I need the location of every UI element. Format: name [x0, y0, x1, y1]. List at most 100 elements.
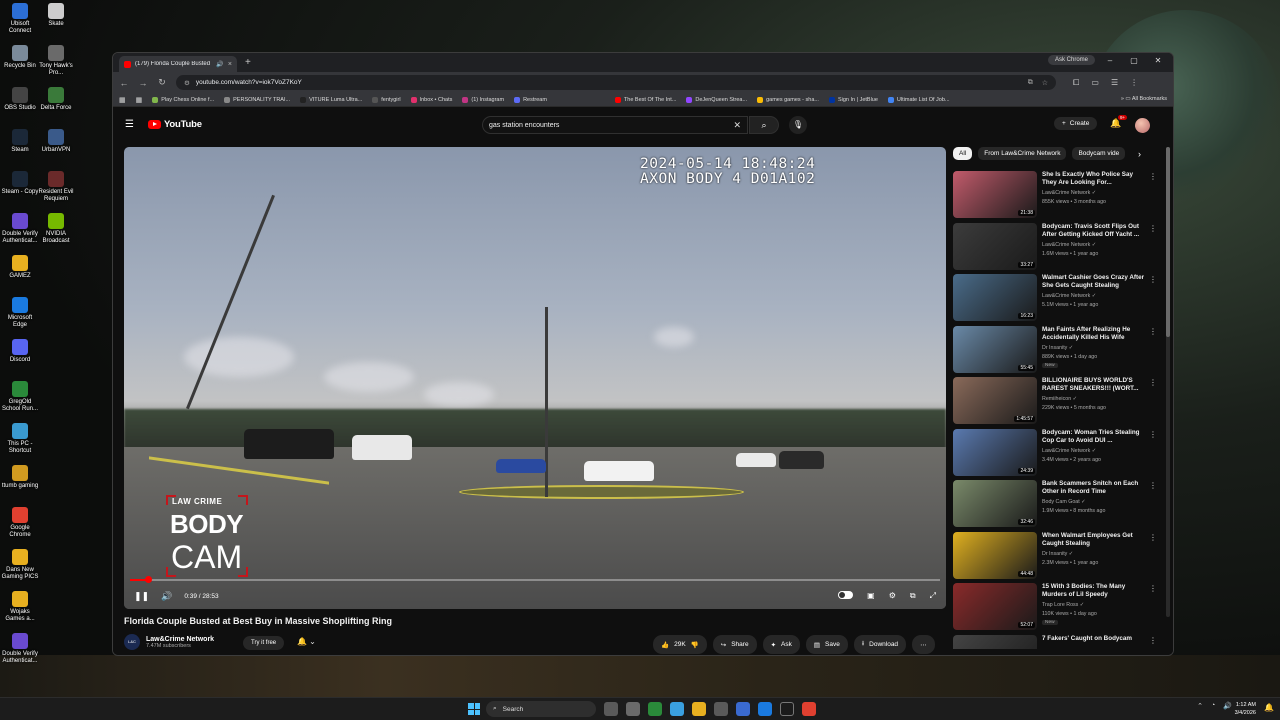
video-player[interactable]: 2024-05-14 18:48:24 AXON BODY 4 D01A102 … — [124, 147, 946, 609]
minimize-icon[interactable]: – — [1101, 56, 1119, 65]
youtube-logo[interactable]: YouTube — [148, 119, 202, 130]
recommendation-channel[interactable]: Body Cam Goat ✓ — [1042, 499, 1086, 505]
clock[interactable]: 1:12 AM 3/4/2026 — [1235, 701, 1256, 717]
video-thumbnail[interactable]: 16:23 — [953, 274, 1037, 321]
recommendation-item[interactable]: 21:38 She Is Exactly Who Police Say They … — [953, 171, 1158, 221]
autoplay-toggle[interactable] — [838, 591, 854, 599]
apps-icon[interactable]: ▦ — [119, 96, 126, 104]
media-app-icon[interactable] — [648, 702, 662, 716]
recommendation-item[interactable]: 44:48 When Walmart Employees Get Caught S… — [953, 531, 1158, 582]
recommendation-item[interactable]: 24:39 Bodycam: Woman Tries Stealing Cop C… — [953, 428, 1158, 479]
recommendation-channel[interactable]: Dr Insanity ✓ — [1042, 345, 1073, 351]
edge-app-icon[interactable] — [670, 702, 684, 716]
desktop-icon[interactable]: This PC - Shortcut — [0, 423, 40, 455]
chevron-right-icon[interactable]: › — [1138, 149, 1141, 159]
close-icon[interactable]: ✕ — [1149, 56, 1167, 65]
desktop-icon[interactable]: Tony Hawk's Pro... — [36, 45, 76, 77]
back-icon[interactable]: ← — [119, 78, 129, 88]
speaker-icon[interactable]: 🔊 — [216, 61, 223, 68]
task-view-icon[interactable] — [604, 702, 618, 716]
more-options-icon[interactable]: ⋮ — [1149, 584, 1157, 593]
recommendation-title[interactable]: BILLIONAIRE BUYS WORLD'S RAREST SNEAKERS… — [1042, 377, 1145, 393]
extensions-icon[interactable]: ⧠ — [1073, 78, 1079, 88]
recommendation-channel[interactable]: Law&Crime Network ✓ — [1042, 242, 1096, 248]
page-scrollbar[interactable] — [1166, 147, 1170, 617]
filter-chip[interactable]: From Law&Crime Network — [978, 147, 1067, 160]
recommendation-title[interactable]: Walmart Cashier Goes Crazy After She Get… — [1042, 274, 1145, 290]
recommendation-item[interactable]: 16:23 Walmart Cashier Goes Crazy After Sh… — [953, 274, 1158, 324]
channel-info[interactable]: L&C Law&Crime Network 7.47M subscribers — [124, 634, 214, 650]
bookmark-item[interactable]: The Best Of The Int... — [614, 96, 676, 103]
desktop-icon[interactable]: Steam - Copy — [0, 171, 40, 196]
tray-chevron-icon[interactable]: ⌃ — [1197, 702, 1203, 710]
desktop-icon[interactable]: OBS Studio — [0, 87, 40, 112]
video-thumbnail[interactable] — [953, 634, 1037, 649]
desktop-icon[interactable]: ttumb gaming — [0, 465, 40, 490]
desktop-icon[interactable]: GregOld School Run... — [0, 381, 40, 413]
desktop-icon[interactable]: NVIDIA Broadcast — [36, 213, 76, 245]
filter-chip[interactable]: Bodycam vide — [1072, 147, 1126, 160]
volume-icon[interactable]: 🔊 — [161, 591, 172, 602]
recommendation-title[interactable]: Bodycam: Travis Scott Flips Out After Ge… — [1042, 223, 1145, 239]
bookmark-item[interactable]: Restream — [514, 96, 547, 103]
recommendation-title[interactable]: When Walmart Employees Get Caught Steali… — [1042, 532, 1145, 548]
bookmark-item[interactable]: games games - sha... — [757, 96, 819, 103]
store-app-icon[interactable] — [714, 702, 728, 716]
recommendation-title[interactable]: Bodycam: Woman Tries Stealing Cop Car to… — [1042, 429, 1145, 445]
bookmark-item[interactable]: PERSONALITY TRAI... — [224, 96, 290, 103]
taskbar-search[interactable]: ⌕ Search — [486, 701, 596, 717]
chrome-icon[interactable] — [802, 702, 816, 716]
desktop-icon[interactable]: Dans New Gaming PICS — [0, 549, 40, 581]
desktop-icon[interactable]: Double Verify Authenticat... — [0, 633, 40, 665]
more-options-icon[interactable]: ⋮ — [1149, 636, 1157, 645]
recommendation-title[interactable]: 15 With 3 Bodies: The Many Murders of Li… — [1042, 583, 1145, 599]
desktop-icon[interactable]: Delta Force — [36, 87, 76, 112]
recommendation-channel[interactable]: Law&Crime Network ✓ — [1042, 190, 1096, 196]
recommendation-item[interactable]: 55:45 Man Faints After Realizing He Accid… — [953, 325, 1158, 376]
subscription-bell-icon[interactable]: 🔔 ⌄ — [297, 637, 316, 646]
video-thumbnail[interactable]: 44:48 — [953, 531, 1037, 579]
more-options-icon[interactable]: ⋮ — [1149, 378, 1157, 387]
recommendation-title[interactable]: She Is Exactly Who Police Say They Are L… — [1042, 171, 1145, 187]
github-icon[interactable] — [780, 702, 794, 716]
more-options-icon[interactable]: ⋮ — [1149, 224, 1157, 233]
more-options-icon[interactable]: ⋮ — [1149, 172, 1157, 181]
windows-start-icon[interactable] — [468, 703, 480, 715]
desktop-icon[interactable]: Discord — [0, 339, 40, 364]
app-icon[interactable] — [736, 702, 750, 716]
ask-chrome-button[interactable]: Ask Chrome — [1047, 55, 1095, 65]
side-panel-icon[interactable]: ▭ — [1091, 78, 1099, 88]
maximize-icon[interactable]: ▢ — [1125, 56, 1143, 65]
forward-icon[interactable]: → — [138, 78, 148, 88]
all-bookmarks-button[interactable]: » ▭ All Bookmarks — [1121, 96, 1167, 102]
recommendation-title[interactable]: 7 Fakers' Caught on Bodycam — [1042, 635, 1145, 643]
channel-avatar[interactable]: L&C — [124, 634, 140, 650]
tab-active[interactable]: (179) Florida Couple Busted 🔊 × — [119, 56, 237, 72]
more-actions-icon[interactable]: ⋯ — [912, 635, 935, 654]
recommendation-channel[interactable]: Trap Lore Ross ✓ — [1042, 602, 1084, 608]
search-button[interactable]: ⌕ — [749, 116, 779, 134]
voice-search-button[interactable]: 🎙 — [789, 116, 807, 134]
more-options-icon[interactable]: ⋮ — [1149, 327, 1157, 336]
fullscreen-icon[interactable]: ⤢ — [930, 591, 936, 601]
new-tab-button[interactable]: + — [245, 57, 251, 68]
create-button[interactable]: + Create — [1054, 117, 1098, 130]
bookmark-item[interactable]: Inbox • Chats — [410, 96, 452, 103]
address-bar[interactable]: ⚙ youtube.com/watch?v=iok7VoZ7KoY ⧉ ☆ — [176, 75, 1056, 90]
scrollbar-thumb[interactable] — [1166, 147, 1170, 337]
desktop-icon[interactable]: Recycle Bin — [0, 45, 40, 70]
save-button[interactable]: ▤ Save — [805, 635, 848, 654]
recommendation-title[interactable]: Man Faints After Realizing He Accidental… — [1042, 326, 1145, 342]
settings-gear-icon[interactable]: ⚙ — [889, 591, 896, 601]
recommendation-item[interactable]: 32:46 Bank Scammers Snitch on Each Other … — [953, 480, 1158, 530]
ask-button[interactable]: ✦ Ask — [762, 635, 800, 654]
video-thumbnail[interactable]: 24:39 — [953, 428, 1037, 476]
reload-icon[interactable]: ↻ — [157, 77, 167, 88]
download-button[interactable]: ⭳ Download — [853, 635, 907, 654]
pause-icon[interactable]: ❚❚ — [134, 591, 149, 602]
desktop-icon[interactable]: Google Chrome — [0, 507, 40, 539]
recommendation-channel[interactable]: Law&Crime Network ✓ — [1042, 293, 1096, 299]
bookmark-item[interactable]: Sign In | JetBlue — [828, 96, 878, 103]
desktop-icon[interactable]: UrbanVPN — [36, 129, 76, 154]
video-thumbnail[interactable]: 55:45 — [953, 325, 1037, 373]
